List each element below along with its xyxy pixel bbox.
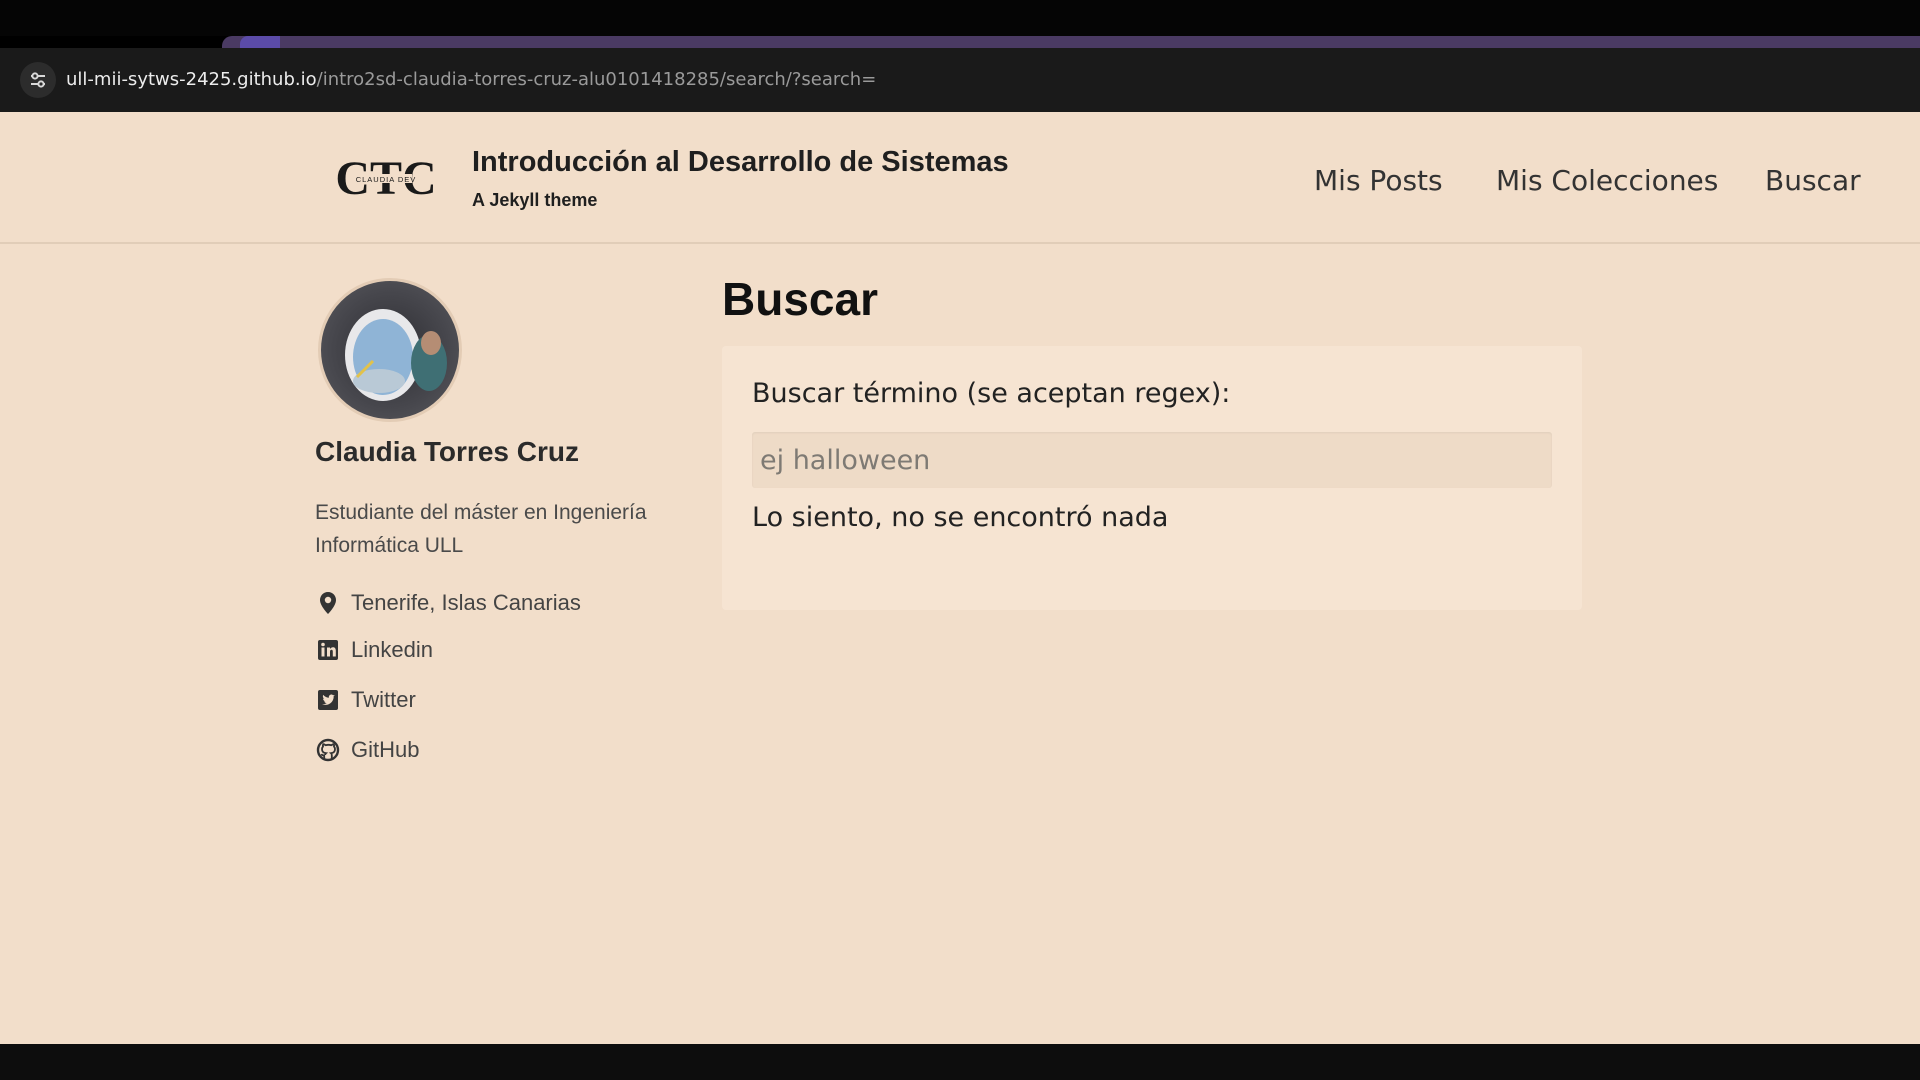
- url-host: ull-mii-sytws-2425.github.io: [66, 69, 317, 90]
- avatar: [318, 278, 462, 422]
- bottom-bar: [0, 1044, 1920, 1080]
- avatar-photo: [345, 309, 447, 401]
- site-settings-button[interactable]: [20, 62, 56, 98]
- active-tab-indicator: [240, 36, 280, 48]
- site-title[interactable]: Introducción al Desarrollo de Sistemas: [472, 146, 1009, 179]
- author-bio: Estudiante del máster en Ingeniería Info…: [315, 501, 647, 557]
- tune-icon: [31, 72, 45, 88]
- search-card: Buscar término (se aceptan regex): Lo si…: [722, 346, 1582, 610]
- linkedin-label: Linkedin: [351, 637, 433, 662]
- author-link-github[interactable]: GitHub: [315, 737, 419, 763]
- masthead: CTC CLAUDIA DEV Introducción al Desarrol…: [0, 112, 1920, 244]
- author-link-linkedin[interactable]: Linkedin: [315, 637, 433, 663]
- github-label: GitHub: [351, 737, 420, 762]
- search-label: Buscar término (se aceptan regex):: [752, 378, 1231, 409]
- twitter-icon: [315, 687, 341, 713]
- nav-item-collections[interactable]: Mis Colecciones: [1496, 164, 1718, 197]
- nav-item-search[interactable]: Buscar: [1765, 164, 1861, 197]
- address-bar[interactable]: ull-mii-sytws-2425.github.io/intro2sd-cl…: [0, 48, 1920, 112]
- url-path: /intro2sd-claudia-torres-cruz-alu0101418…: [316, 69, 877, 90]
- author-link-twitter[interactable]: Twitter: [315, 687, 416, 713]
- linkedin-icon: [315, 637, 341, 663]
- site-subtitle: A Jekyll theme: [472, 190, 598, 210]
- no-results-message: Lo siento, no se encontró nada: [752, 502, 1169, 533]
- browser-tab-strip[interactable]: [222, 36, 1920, 48]
- page-title: Buscar: [722, 273, 878, 325]
- page: CTC CLAUDIA DEV Introducción al Desarrol…: [0, 112, 1920, 1044]
- map-marker-icon: [315, 590, 341, 616]
- site-logo[interactable]: CTC CLAUDIA DEV: [330, 148, 442, 208]
- author-location-label: Tenerife, Islas Canarias: [351, 590, 581, 615]
- author-location: Tenerife, Islas Canarias: [315, 590, 581, 616]
- github-icon: [315, 737, 341, 763]
- browser-top-bar: [0, 0, 1920, 36]
- logo-small-text: CLAUDIA DEV: [356, 175, 417, 184]
- twitter-label: Twitter: [351, 687, 416, 712]
- url-text[interactable]: ull-mii-sytws-2425.github.io/intro2sd-cl…: [66, 68, 876, 92]
- author-name: Claudia Torres Cruz: [315, 436, 579, 467]
- search-input[interactable]: [752, 432, 1552, 488]
- nav-item-posts[interactable]: Mis Posts: [1314, 164, 1443, 197]
